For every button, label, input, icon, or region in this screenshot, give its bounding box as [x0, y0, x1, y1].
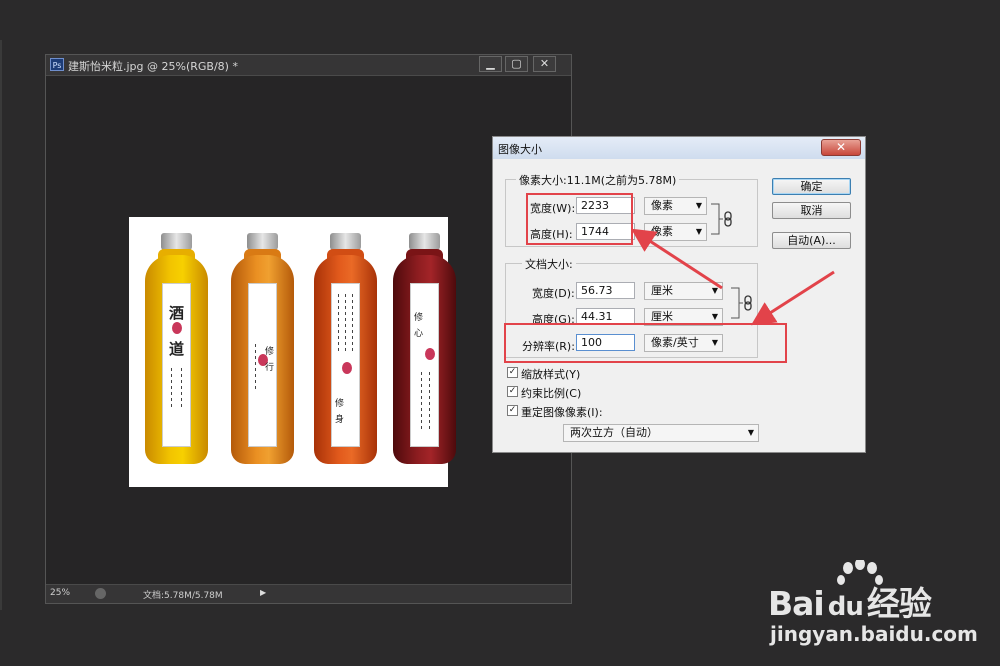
- constrain-proportions-checkbox[interactable]: ✓: [507, 386, 518, 397]
- bottle-cap: [409, 233, 440, 250]
- doc-width-unit-select[interactable]: 厘米 ▼: [644, 282, 723, 300]
- watermark-url: jingyan.baidu.com: [770, 622, 978, 646]
- bottle-label: 酒 道: [162, 283, 191, 447]
- dialog-title: 图像大小: [498, 143, 542, 156]
- link-bracket-icon: [711, 203, 732, 235]
- cancel-button[interactable]: 取消: [772, 202, 851, 219]
- document-title: 建斯怡米粒.jpg @ 25%(RGB/8) *: [68, 60, 238, 73]
- chevron-down-icon: ▼: [747, 428, 754, 437]
- resample-image-checkbox[interactable]: ✓: [507, 405, 518, 416]
- pixel-dimensions-title: 像素大小:11.1M(之前为5.78M): [516, 172, 680, 188]
- left-panel-edge: [0, 40, 2, 610]
- photoshop-icon: Ps: [50, 58, 64, 71]
- doc-width-label: 宽度(D):: [532, 287, 575, 300]
- document-size-info: 文档:5.78M/5.78M: [143, 591, 223, 601]
- bottle-label: 修 心: [410, 283, 439, 447]
- highlight-pixel-dimensions: [526, 193, 633, 245]
- scale-styles-checkbox[interactable]: ✓: [507, 367, 518, 378]
- auto-button[interactable]: 自动(A)...: [772, 232, 851, 249]
- constrain-proportions-label: 约束比例(C): [521, 387, 582, 400]
- bottle-cap: [247, 233, 278, 250]
- bottle-label: 修 身: [331, 283, 360, 447]
- dialog-title-bar: 图像大小 ✕: [493, 137, 865, 159]
- bottle-cap: [161, 233, 192, 250]
- seal-icon: [342, 362, 352, 374]
- resample-image-label: 重定图像像素(I):: [521, 406, 603, 419]
- document-status-bar: 25% 文档:5.78M/5.78M ▶: [46, 584, 571, 603]
- maximize-button[interactable]: ▢: [505, 56, 528, 72]
- pixel-width-unit-select[interactable]: 像素 ▼: [644, 197, 707, 215]
- document-size-title: 文档大小:: [522, 256, 576, 272]
- chevron-down-icon: ▼: [711, 286, 718, 295]
- minimize-button[interactable]: ▁: [479, 56, 502, 72]
- bottle-cap: [330, 233, 361, 250]
- watermark-brand: Bai du 经验: [768, 584, 932, 623]
- bottle-label: 修 行: [248, 283, 277, 447]
- highlight-resolution: [504, 323, 787, 363]
- document-title-bar: Ps 建斯怡米粒.jpg @ 25%(RGB/8) * ▁ ▢ ✕: [46, 55, 571, 76]
- link-bracket-icon: [731, 287, 752, 319]
- resample-method-select[interactable]: 两次立方（自动） ▼: [563, 424, 759, 442]
- dialog-close-button[interactable]: ✕: [821, 139, 861, 156]
- image-size-dialog: 图像大小 ✕ 像素大小:11.1M(之前为5.78M) 宽度(W): 2233 …: [492, 136, 866, 453]
- pixel-height-unit-select[interactable]: 像素 ▼: [644, 223, 707, 241]
- scale-styles-label: 缩放样式(Y): [521, 368, 581, 381]
- ok-button[interactable]: 确定: [772, 178, 851, 195]
- seal-icon: [425, 348, 435, 360]
- chevron-down-icon: ▼: [695, 227, 702, 236]
- close-button[interactable]: ✕: [533, 56, 556, 72]
- status-icon[interactable]: [95, 588, 106, 599]
- status-menu-arrow-icon[interactable]: ▶: [260, 588, 270, 599]
- seal-icon: [172, 322, 182, 334]
- doc-width-input[interactable]: 56.73: [576, 282, 635, 299]
- zoom-level[interactable]: 25%: [50, 588, 70, 598]
- chevron-down-icon: ▼: [695, 201, 702, 210]
- image-canvas: 酒 道 修 行 修 身 修 心: [129, 217, 456, 487]
